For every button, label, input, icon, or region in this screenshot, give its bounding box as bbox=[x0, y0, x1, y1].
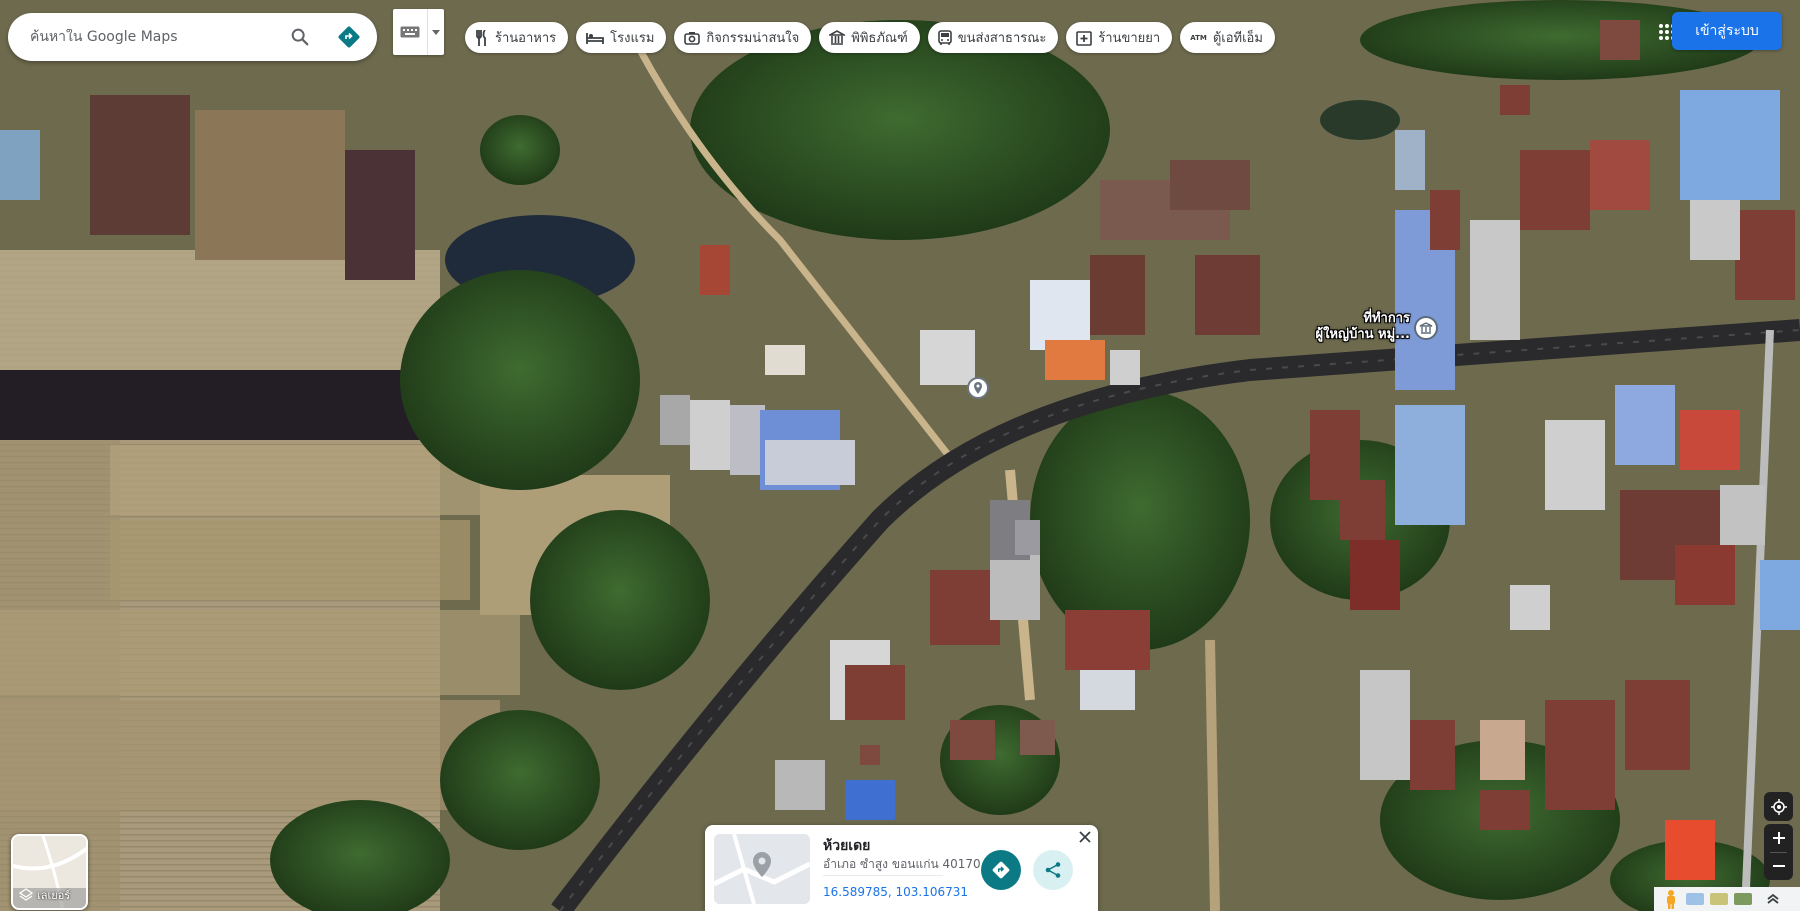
place-thumbnail[interactable] bbox=[714, 834, 810, 904]
chip-atms[interactable]: ATM ตู้เอทีเอ็ม bbox=[1180, 22, 1275, 53]
chip-label: โรงแรม bbox=[610, 31, 655, 46]
fork-knife-icon bbox=[476, 29, 486, 46]
place-card[interactable]: ห้วยเดย อำเภอ ซำสูง ขอนแก่น 40170 16.589… bbox=[705, 825, 1098, 911]
my-location-icon bbox=[1770, 798, 1787, 815]
directions-icon bbox=[992, 861, 1010, 879]
directions-icon[interactable] bbox=[337, 25, 361, 49]
poi-label-line1: ที่ทำการ bbox=[1363, 311, 1410, 326]
imagery-thumbnail-2[interactable] bbox=[1710, 893, 1728, 905]
minus-icon bbox=[1772, 865, 1785, 867]
satellite-imagery bbox=[0, 0, 1800, 911]
place-coordinates[interactable]: 16.589785, 103.106731 bbox=[823, 885, 968, 899]
search-input[interactable] bbox=[30, 29, 270, 45]
chip-label: ร้านอาหาร bbox=[495, 31, 557, 46]
sign-in-button[interactable]: เข้าสู่ระบบ bbox=[1672, 12, 1782, 50]
close-icon[interactable] bbox=[1077, 829, 1093, 845]
share-button[interactable] bbox=[1033, 850, 1073, 890]
chip-pharmacies[interactable]: ร้านขายยา bbox=[1066, 22, 1173, 53]
chip-hotels[interactable]: โรงแรม bbox=[576, 22, 667, 53]
share-icon bbox=[1045, 862, 1061, 878]
imagery-thumbnail-3[interactable] bbox=[1734, 893, 1752, 905]
poi-label-line2: ผู้ใหญ่บ้าน หมู่... bbox=[1315, 327, 1410, 342]
chip-transit[interactable]: ขนส่งสาธารณะ bbox=[927, 22, 1059, 53]
layers-button[interactable]: เลเยอร์ bbox=[11, 834, 88, 910]
layers-label: เลเยอร์ bbox=[37, 889, 71, 902]
camera-icon bbox=[684, 31, 701, 45]
chip-restaurants[interactable]: ร้านอาหาร bbox=[465, 22, 569, 53]
divider bbox=[1770, 852, 1787, 853]
zoom-in-button[interactable] bbox=[1764, 824, 1793, 852]
search-icon[interactable] bbox=[288, 25, 312, 49]
chevron-down-icon[interactable] bbox=[427, 9, 443, 55]
search-box[interactable] bbox=[8, 13, 377, 61]
input-tools-button[interactable] bbox=[393, 9, 444, 55]
bottom-controls bbox=[1654, 887, 1800, 911]
directions-button[interactable] bbox=[981, 850, 1021, 890]
category-chips: ร้านอาหาร โรงแรม กิจกรรมน่าสนใจ พิพิธภัณ… bbox=[465, 22, 1275, 53]
layers-icon bbox=[19, 888, 33, 901]
bus-icon bbox=[937, 29, 952, 45]
my-location-button[interactable] bbox=[1764, 792, 1793, 821]
poi-label[interactable]: ที่ทำการ ผู้ใหญ่บ้าน หมู่... bbox=[1290, 311, 1410, 343]
chevron-up-icon[interactable] bbox=[1766, 892, 1780, 906]
chip-label: พิพิธภัณฑ์ bbox=[851, 31, 908, 46]
chip-label: กิจกรรมน่าสนใจ bbox=[706, 31, 800, 46]
government-building-icon[interactable] bbox=[1414, 316, 1438, 340]
atm-icon: ATM bbox=[1190, 33, 1207, 42]
chip-label: ขนส่งสาธารณะ bbox=[957, 31, 1047, 46]
zoom-out-button[interactable] bbox=[1764, 852, 1793, 880]
chip-things-to-do[interactable]: กิจกรรมน่าสนใจ bbox=[674, 22, 812, 53]
chip-label: ตู้เอทีเอ็ม bbox=[1212, 31, 1263, 46]
satellite-map[interactable] bbox=[0, 0, 1800, 911]
place-name: ห้วยเดย bbox=[823, 838, 871, 854]
chip-museums[interactable]: พิพิธภัณฑ์ bbox=[819, 22, 920, 53]
pharmacy-icon bbox=[1076, 30, 1093, 46]
pegman-icon[interactable] bbox=[1662, 889, 1680, 909]
bed-icon bbox=[586, 32, 605, 44]
divider bbox=[823, 875, 943, 876]
keyboard-icon[interactable] bbox=[393, 26, 427, 38]
location-pin-icon[interactable] bbox=[967, 377, 989, 399]
museum-icon bbox=[829, 29, 846, 45]
chip-label: ร้านขายยา bbox=[1098, 31, 1161, 46]
zoom-controls bbox=[1764, 824, 1793, 880]
imagery-thumbnail-1[interactable] bbox=[1686, 893, 1704, 905]
place-address: อำเภอ ซำสูง ขอนแก่น 40170 bbox=[823, 857, 981, 871]
plus-icon bbox=[1772, 832, 1785, 844]
